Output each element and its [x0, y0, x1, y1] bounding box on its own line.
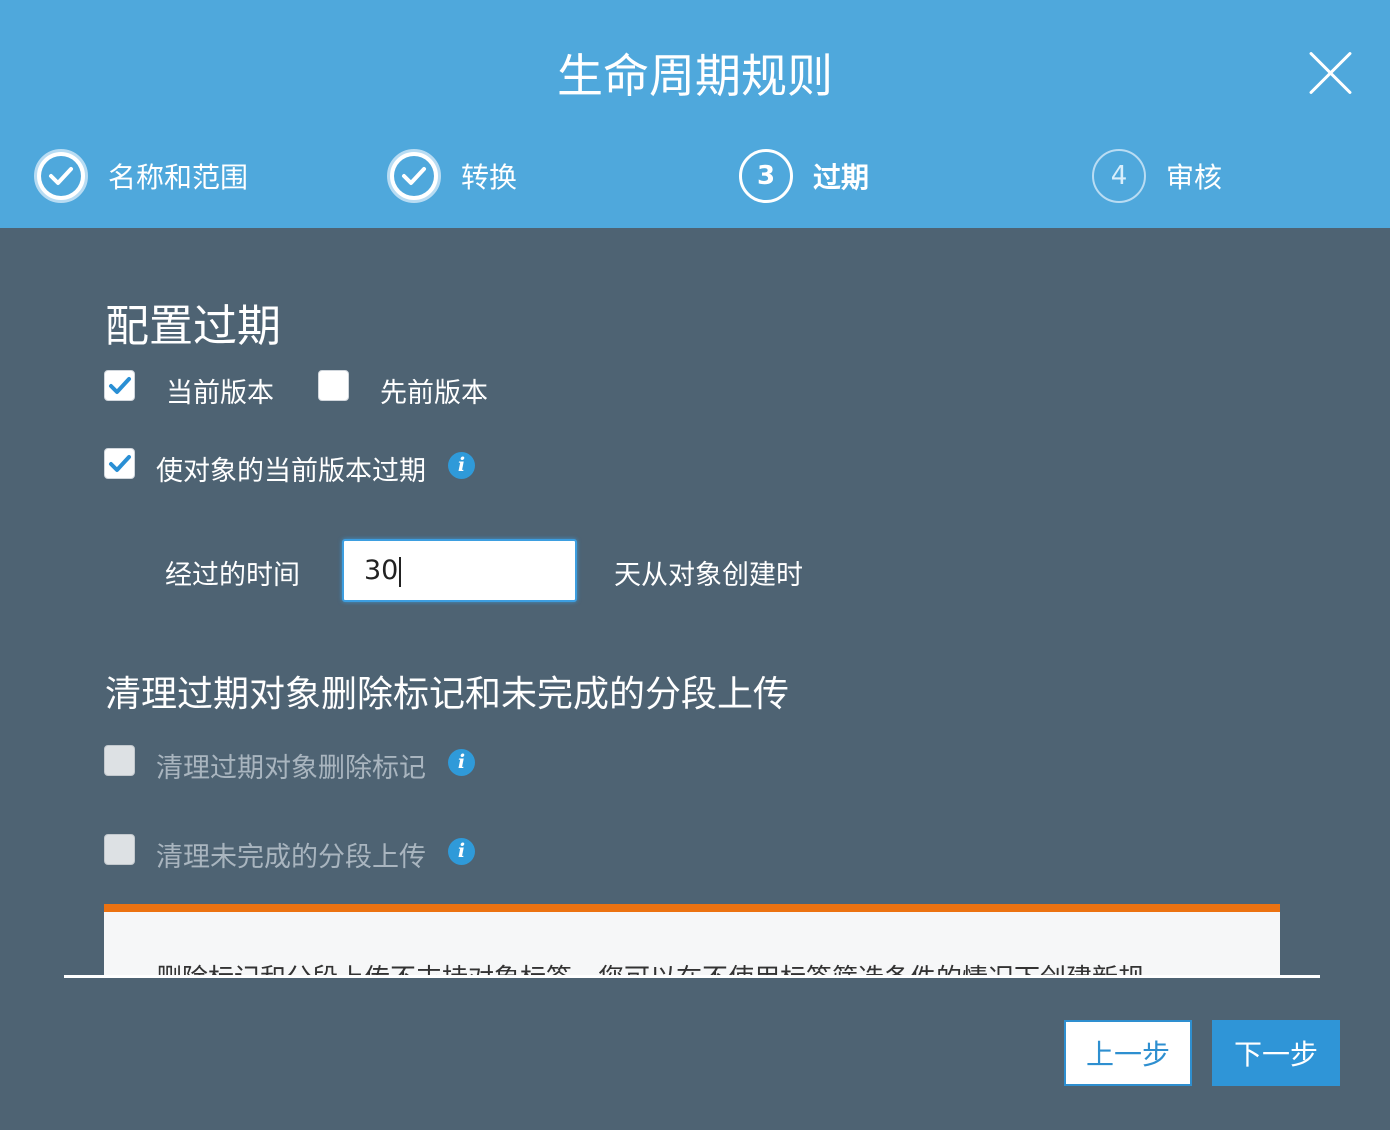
days-input-value: 30: [364, 555, 399, 586]
previous-version-checkbox[interactable]: [318, 370, 349, 401]
footer-divider: [64, 975, 1320, 978]
cleanup-delete-markers-label: 清理过期对象删除标记: [156, 753, 426, 784]
days-input[interactable]: 30: [342, 539, 577, 602]
info-icon[interactable]: i: [448, 838, 475, 865]
cleanup-multipart-checkbox[interactable]: [104, 834, 135, 865]
cleanup-multipart-label: 清理未完成的分段上传: [156, 842, 426, 873]
days-suffix-label: 天从对象创建时: [614, 560, 803, 591]
step-label: 转换: [461, 161, 518, 194]
step-name-scope[interactable]: 名称和范围: [34, 148, 248, 204]
expire-current-version-label: 使对象的当前版本过期: [156, 456, 426, 487]
step-number: 3: [739, 149, 793, 203]
step-complete-check-icon: [34, 149, 88, 203]
previous-button[interactable]: 上一步: [1064, 1020, 1192, 1086]
close-icon[interactable]: [1305, 48, 1355, 98]
checkmark-icon: [109, 455, 131, 472]
step-number: 4: [1092, 149, 1146, 203]
current-version-label: 当前版本: [166, 378, 274, 409]
step-label: 名称和范围: [108, 161, 249, 194]
step-label: 过期: [813, 161, 870, 194]
checkmark-icon: [109, 377, 131, 394]
step-label: 审核: [1166, 161, 1223, 194]
step-expiration[interactable]: 3 过期: [739, 148, 869, 204]
next-button[interactable]: 下一步: [1212, 1020, 1340, 1086]
cleanup-delete-markers-checkbox[interactable]: [104, 745, 135, 776]
dialog-header: 生命周期规则 名称和范围 转换 3 过期 4 审核: [0, 0, 1390, 228]
text-caret: [399, 556, 402, 587]
info-icon[interactable]: i: [448, 452, 475, 479]
warning-alert: 删除标记和分段上传不支持对象标签。您可以在不使用标签筛选条件的情况下创建新规: [104, 904, 1280, 978]
step-complete-check-icon: [387, 149, 441, 203]
step-review[interactable]: 4 审核: [1092, 148, 1222, 204]
expire-current-version-checkbox[interactable]: [104, 448, 135, 479]
current-version-checkbox[interactable]: [104, 370, 135, 401]
info-icon[interactable]: i: [448, 749, 475, 776]
step-transition[interactable]: 转换: [387, 148, 517, 204]
dialog-title: 生命周期规则: [557, 49, 833, 103]
elapsed-time-label: 经过的时间: [165, 560, 300, 591]
previous-version-label: 先前版本: [380, 378, 488, 409]
section-title-cleanup: 清理过期对象删除标记和未完成的分段上传: [105, 674, 790, 715]
section-title-configure-expiration: 配置过期: [105, 301, 281, 352]
